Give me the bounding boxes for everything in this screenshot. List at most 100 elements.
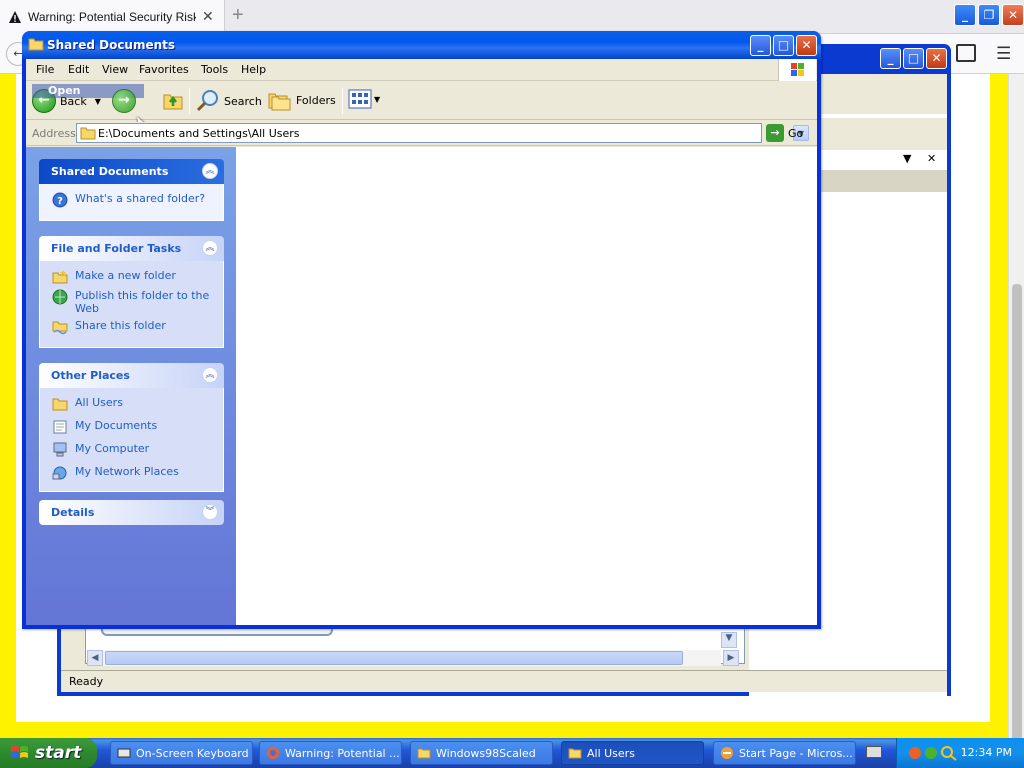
folder-icon	[28, 38, 44, 51]
file-list-pane[interactable]	[236, 147, 817, 625]
keyboard-tray-icon[interactable]	[866, 746, 882, 758]
views-icon	[348, 89, 372, 109]
panel-header[interactable]: Details ︾	[39, 500, 224, 525]
start-button[interactable]: start	[0, 738, 97, 768]
warning-icon	[9, 11, 21, 23]
menu-help[interactable]: Help	[241, 63, 266, 76]
folder-icon	[417, 748, 431, 759]
task-label: What's a shared folder?	[75, 192, 206, 205]
forward-button[interactable]: →	[112, 89, 136, 113]
ie-icon	[721, 747, 733, 759]
search-button[interactable]: Search	[196, 89, 262, 113]
clock: 12:34 PM	[960, 746, 1012, 759]
taskbar-button-label: Start Page - Micros...	[739, 746, 853, 760]
dropdown-arrow-icon[interactable]: ▼	[374, 95, 380, 104]
go-arrow-icon: →	[766, 124, 784, 142]
hamburger-menu-icon[interactable]: ☰	[996, 44, 1011, 64]
scroll-left-icon[interactable]: ◀	[87, 650, 103, 666]
bg-maximize-button[interactable]: □	[903, 48, 924, 69]
panel-other-places: Other Places ︽ All Users My Documents My…	[39, 363, 224, 492]
folders-button[interactable]: Folders	[268, 89, 336, 111]
bg-horizontal-scrollbar[interactable]: ◀ ▶	[87, 650, 739, 666]
scrollbar-thumb[interactable]	[1012, 284, 1022, 768]
panel-header[interactable]: File and Folder Tasks ︽	[39, 236, 224, 261]
minimize-button[interactable]: _	[750, 35, 771, 56]
collapse-icon[interactable]: ︽	[202, 240, 218, 256]
keyboard-icon	[117, 748, 131, 758]
window-title: Shared Documents	[47, 38, 176, 52]
share-folder-icon	[52, 321, 68, 335]
menu-tools[interactable]: Tools	[201, 63, 228, 76]
taskbar-button-label: Windows98Scaled	[436, 746, 536, 760]
panel-title: Details	[51, 506, 95, 519]
close-window-button[interactable]: ✕	[1002, 4, 1024, 26]
task-whats-shared-folder[interactable]: ? What's a shared folder?	[52, 192, 213, 208]
window-titlebar[interactable]: Shared Documents _ □ ✕	[22, 31, 821, 59]
maximize-button[interactable]: □	[773, 35, 794, 56]
place-all-users[interactable]: All Users	[52, 396, 213, 412]
windows-logo-icon	[778, 59, 816, 81]
browser-scrollbar[interactable]	[1008, 74, 1024, 768]
new-folder-icon	[52, 270, 68, 284]
panel-header[interactable]: Other Places ︽	[39, 363, 224, 388]
views-button[interactable]: ▼	[348, 89, 380, 109]
taskbar: start On-Screen Keyboard Warning: Potent…	[0, 738, 1024, 768]
bg-window-controls: _ □ ✕	[880, 48, 947, 69]
task-make-new-folder[interactable]: Make a new folder	[52, 269, 213, 285]
menu-file[interactable]: File	[36, 63, 54, 76]
panel-header[interactable]: Shared Documents ︽	[39, 159, 224, 184]
go-label: Go	[788, 126, 804, 140]
close-tab-icon[interactable]: ✕	[202, 9, 214, 25]
taskbar-button-start-page[interactable]: Start Page - Micros...	[713, 741, 856, 765]
place-label: My Documents	[75, 419, 158, 432]
panel-shared-documents: Shared Documents ︽ ? What's a shared fol…	[39, 159, 224, 221]
taskbar-button-windows98scaled[interactable]: Windows98Scaled	[410, 741, 553, 765]
system-tray: 12:34 PM	[896, 738, 1024, 768]
search-label: Search	[224, 94, 262, 108]
shared-documents-window: Shared Documents _ □ ✕ File Edit View Fa…	[22, 31, 821, 629]
task-share-folder[interactable]: Share this folder	[52, 319, 213, 335]
close-button[interactable]: ✕	[796, 35, 817, 56]
task-label: Make a new folder	[75, 269, 176, 282]
minimize-button[interactable]: _	[954, 4, 976, 26]
bg-close-button[interactable]: ✕	[926, 48, 947, 69]
collapse-icon[interactable]: ︽	[202, 163, 218, 179]
browser-tab-title: Warning: Potential Security Risk Ah	[28, 10, 196, 24]
place-label: My Network Places	[75, 465, 179, 478]
task-label: Publish this folder to the Web	[75, 289, 210, 315]
taskbar-button-on-screen-keyboard[interactable]: On-Screen Keyboard	[110, 741, 253, 765]
network-icon	[52, 466, 67, 480]
scroll-right-icon[interactable]: ▶	[723, 650, 739, 666]
bg-hscroll-thumb[interactable]	[105, 651, 683, 665]
menu-favorites[interactable]: Favorites	[139, 63, 189, 76]
browser-tab-active[interactable]: Warning: Potential Security Risk Ah ✕	[0, 0, 225, 34]
tray-icons[interactable]	[907, 745, 959, 761]
task-publish-to-web[interactable]: Publish this folder to the Web	[52, 289, 213, 315]
restore-button[interactable]: ❐	[978, 4, 1000, 26]
scroll-down-icon[interactable]: ▼	[721, 632, 737, 648]
panel-body: Make a new folder Publish this folder to…	[39, 261, 224, 348]
place-my-network-places[interactable]: My Network Places	[52, 465, 213, 481]
up-button[interactable]	[162, 89, 184, 111]
menu-edit[interactable]: Edit	[68, 63, 89, 76]
go-button[interactable]: → Go	[766, 124, 803, 142]
taskbar-button-firefox[interactable]: Warning: Potential ...	[259, 741, 402, 765]
reader-view-icon[interactable]	[956, 44, 976, 62]
menu-view[interactable]: View	[102, 63, 128, 76]
globe-icon	[52, 289, 68, 305]
taskbar-button-all-users[interactable]: All Users	[561, 741, 704, 765]
panel-title: Shared Documents	[51, 165, 169, 178]
panel-file-folder-tasks: File and Folder Tasks ︽ Make a new folde…	[39, 236, 224, 348]
svg-text:?: ?	[57, 196, 63, 207]
collapse-icon[interactable]: ︽	[202, 367, 218, 383]
window-controls: _ □ ✕	[750, 35, 817, 56]
expand-icon[interactable]: ︾	[202, 504, 218, 520]
address-input[interactable]: E:\Documents and Settings\All Users ▼	[76, 123, 809, 143]
place-my-computer[interactable]: My Computer	[52, 442, 213, 458]
bg-minimize-button[interactable]: _	[880, 48, 901, 69]
forward-arrow-icon: →	[112, 89, 136, 113]
new-tab-button[interactable]: +	[232, 4, 244, 27]
windows-flag-icon	[11, 746, 28, 758]
bg-pane-controls[interactable]: ▼ ✕	[903, 152, 942, 165]
place-my-documents[interactable]: My Documents	[52, 419, 213, 435]
